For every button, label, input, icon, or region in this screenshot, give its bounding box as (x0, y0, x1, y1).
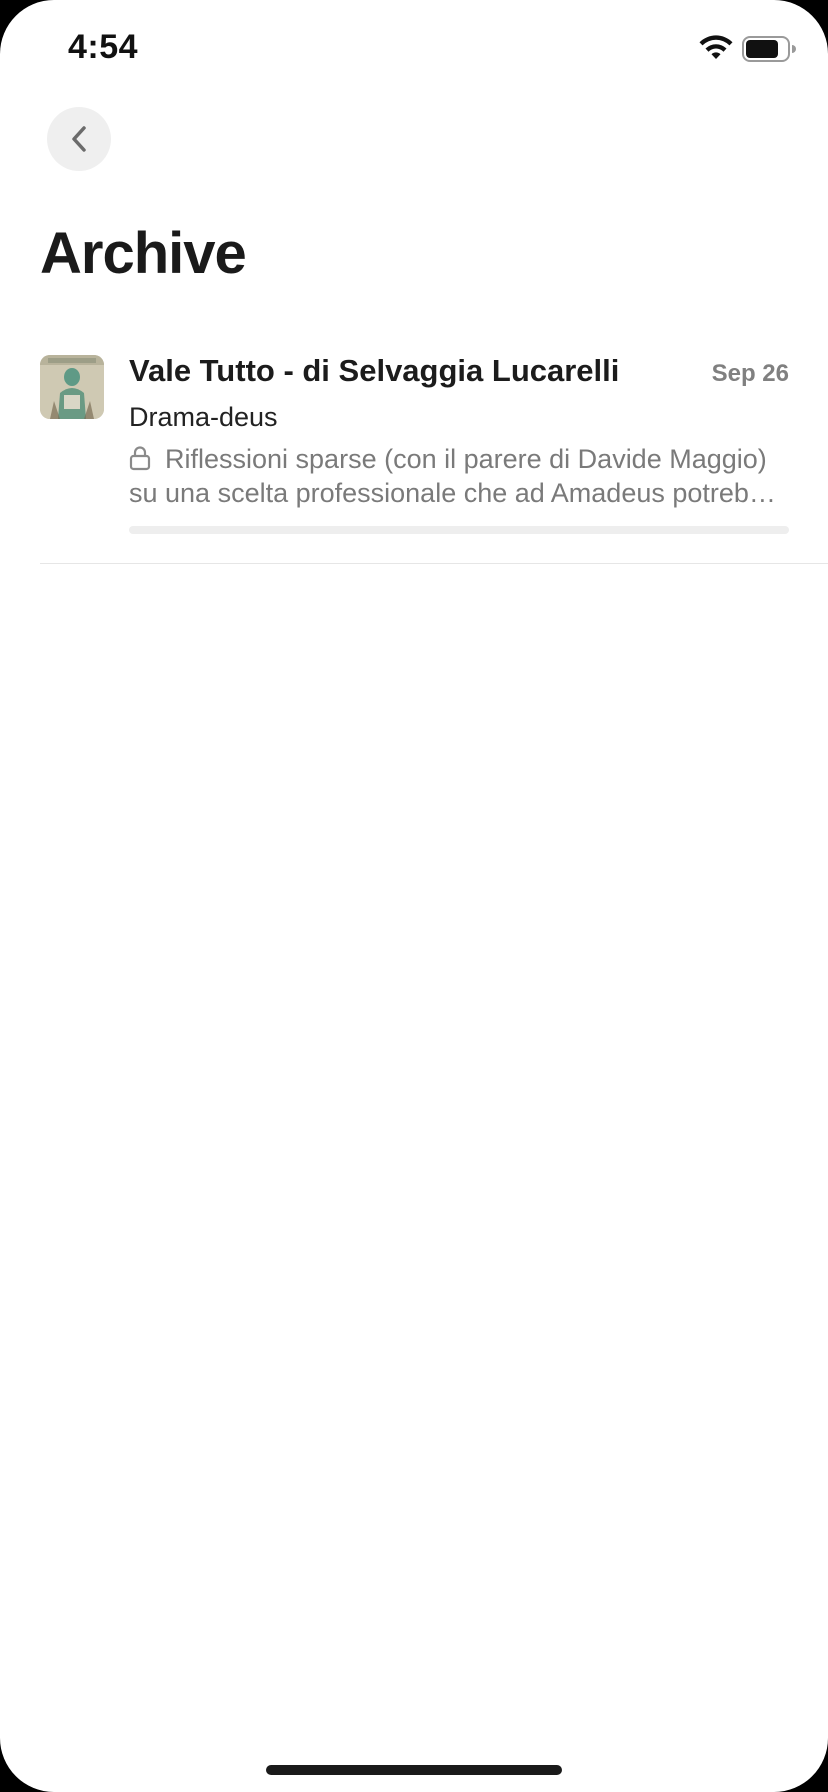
post-date: Sep 26 (711, 360, 789, 387)
wifi-icon (699, 35, 733, 59)
status-time: 4:54 (68, 28, 139, 66)
chevron-left-icon (72, 126, 86, 152)
post-preview: Riflessioni sparse (con il parere di Dav… (129, 442, 789, 510)
publication-name: Vale Tutto - di Selvaggia Lucarelli (129, 353, 620, 388)
reading-progress-bar (129, 526, 789, 534)
archive-post-item[interactable]: Vale Tutto - di Selvaggia Lucarelli Sep … (40, 350, 828, 564)
battery-icon (742, 36, 796, 62)
publication-avatar (40, 355, 104, 419)
back-button[interactable] (47, 107, 111, 171)
publication-logo (40, 355, 104, 419)
post-title: Drama-deus (129, 402, 278, 432)
archive-screen: 4:54 Archive Vale Tutto - di Selvaggia L… (0, 0, 828, 1792)
page-title: Archive (40, 221, 247, 286)
status-bar: 4:54 (0, 0, 828, 100)
home-indicator[interactable] (266, 1765, 562, 1775)
list-divider (40, 563, 828, 564)
post-preview-text: Riflessioni sparse (con il parere di Dav… (129, 444, 779, 508)
lock-icon (129, 446, 151, 471)
